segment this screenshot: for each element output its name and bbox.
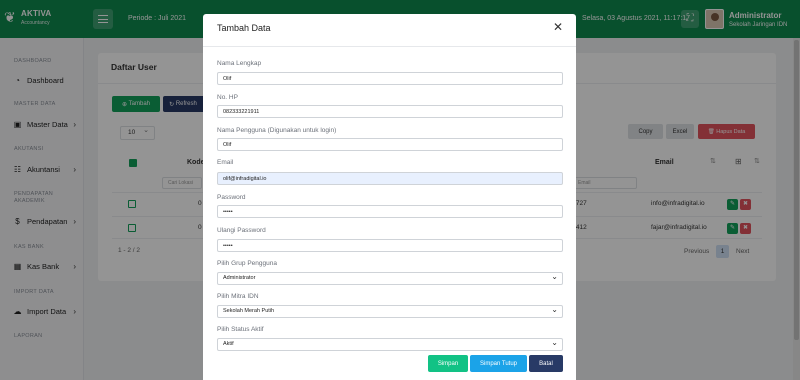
save-close-button[interactable]: Simpan Tutup [470, 355, 527, 372]
password-field[interactable] [217, 205, 563, 218]
email-label: Email [217, 159, 234, 166]
divider [203, 46, 576, 47]
status-select[interactable]: Aktif [217, 337, 563, 351]
password-label: Password [217, 194, 246, 201]
cancel-button[interactable]: Batal [529, 355, 563, 372]
nama-input[interactable] [217, 72, 563, 85]
add-data-modal: Tambah Data ✕ Nama Lengkap No. HP Nama P… [203, 14, 576, 380]
username-label: Nama Pengguna (Digunakan untuk login) [217, 127, 337, 134]
mitra-select[interactable]: Sekolah Merah Putih [217, 304, 563, 318]
username-input[interactable] [217, 138, 563, 151]
hp-input[interactable] [217, 105, 563, 118]
grup-label: Pilih Grup Pengguna [217, 260, 277, 267]
mitra-label: Pilih Mitra IDN [217, 293, 259, 300]
close-icon[interactable]: ✕ [553, 20, 563, 34]
status-label: Pilih Status Aktif [217, 326, 264, 333]
hp-label: No. HP [217, 94, 238, 101]
ulangi-password-field[interactable] [217, 239, 563, 252]
modal-title: Tambah Data [217, 23, 271, 33]
nama-label: Nama Lengkap [217, 60, 262, 67]
save-button[interactable]: Simpan [428, 355, 468, 372]
grup-select[interactable]: Administrator [217, 271, 563, 285]
email-field[interactable] [217, 172, 563, 185]
ulangi-password-label: Ulangi Password [217, 227, 266, 234]
